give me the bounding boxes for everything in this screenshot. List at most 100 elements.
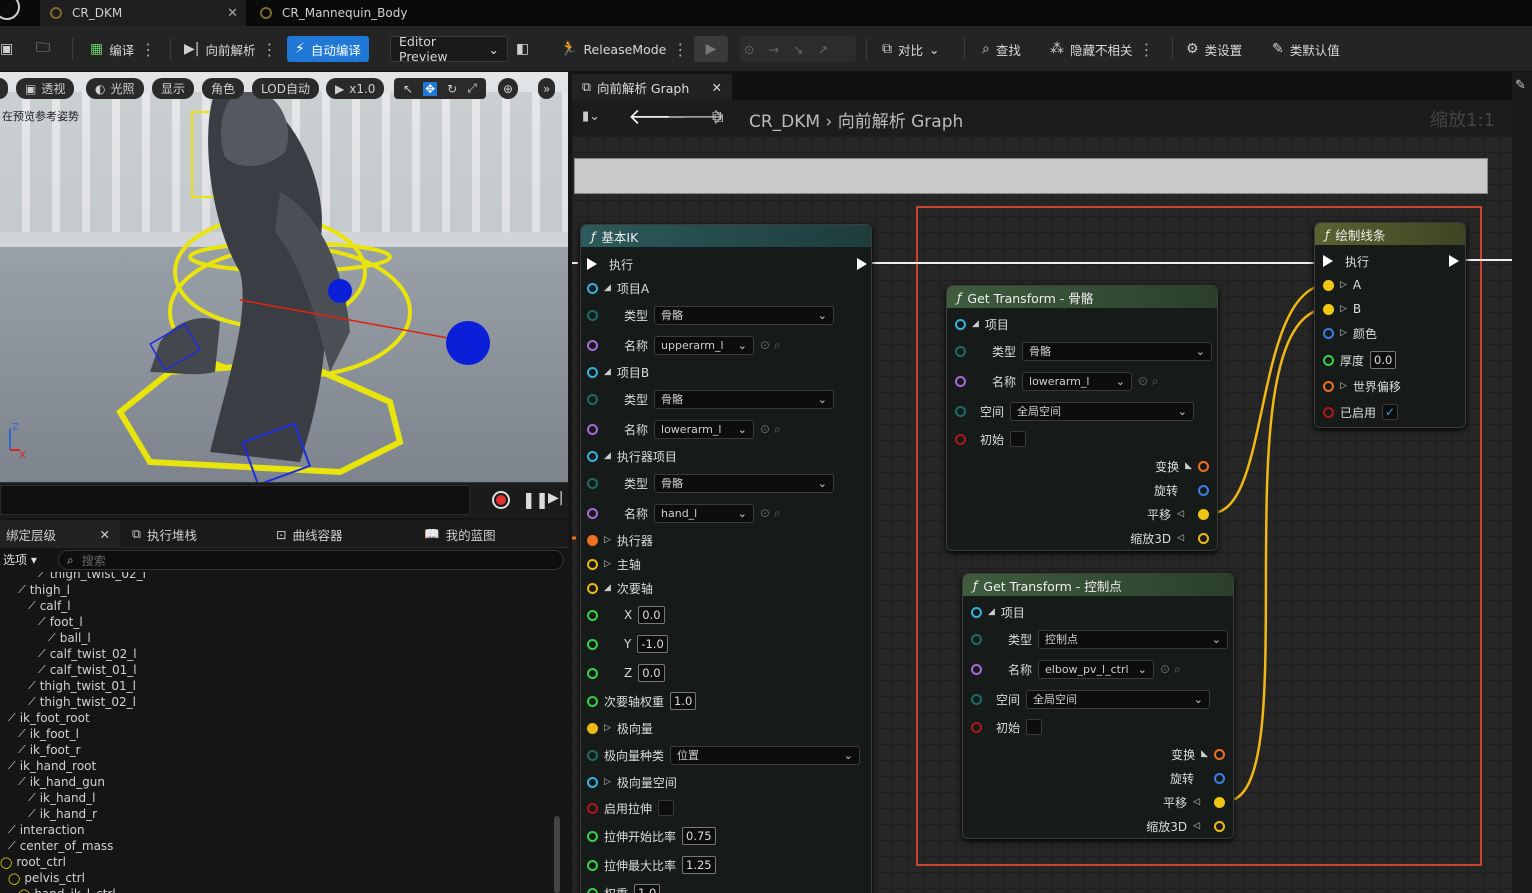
breadcrumb-root[interactable]: CR_DKM bbox=[749, 112, 820, 132]
node-header[interactable]: ƒ Get Transform - 控制点 bbox=[963, 574, 1233, 596]
initial-pin[interactable] bbox=[971, 721, 982, 733]
type-dropdown[interactable]: 骨骼 ⌄ bbox=[654, 473, 835, 493]
tree-item[interactable]: ⟋ ik_hand_r bbox=[28, 806, 97, 822]
rotation-out-pin[interactable] bbox=[1198, 484, 1209, 496]
type-pin[interactable] bbox=[587, 309, 598, 321]
tab-exec-stack[interactable]: ⧉ 执行堆栈 bbox=[132, 520, 197, 548]
use-selected-icon[interactable]: ⊙ ⌕ bbox=[760, 506, 781, 521]
debug-step-buttons[interactable]: ⊙ → ↘ ↗ bbox=[740, 36, 856, 62]
space-dropdown[interactable]: 全局空间 ⌄ bbox=[1026, 689, 1211, 709]
tree-item[interactable]: ⟋ thigh_twist_02_l bbox=[38, 572, 146, 582]
hide-options-icon[interactable]: ⋮ bbox=[1139, 40, 1155, 59]
stretch-pin[interactable] bbox=[587, 802, 598, 814]
tree-item[interactable]: ⟋ ik_foot_r bbox=[18, 742, 81, 758]
z-field[interactable]: 0.0 bbox=[638, 664, 665, 682]
lod-button[interactable]: LOD自动 bbox=[252, 78, 319, 99]
primary-axis-pin[interactable] bbox=[587, 558, 598, 570]
tree-item[interactable]: ⟋ calf_l bbox=[28, 598, 71, 614]
perspective-button[interactable]: ▣ 透视 bbox=[16, 78, 75, 99]
solve-options-icon[interactable]: ⋮ bbox=[262, 40, 278, 59]
exec-in-pin[interactable] bbox=[587, 258, 597, 270]
step-forward-button[interactable]: ▶| bbox=[548, 490, 563, 506]
hide-unrelated-button[interactable]: ⁂ 隐藏不相关 ⋮ bbox=[1046, 36, 1159, 62]
weight-field[interactable]: 1.0 bbox=[634, 884, 661, 893]
name-dropdown[interactable]: lowerarm_l ⌄ bbox=[654, 419, 755, 439]
node-header[interactable]: ƒ Get Transform - 骨骼 bbox=[947, 286, 1217, 308]
tab-hierarchy[interactable]: 绑定层级 ✕ bbox=[0, 520, 120, 548]
tree-item[interactable]: ⟋ thigh_l bbox=[18, 582, 70, 598]
scale-icon[interactable]: ⤢ bbox=[467, 81, 477, 96]
tree-item[interactable]: ⟋ ik_hand_root bbox=[8, 758, 96, 774]
tree-item[interactable]: ◯ hand_ik_l_ctrl bbox=[18, 886, 116, 893]
secondary-axis-pin[interactable] bbox=[587, 582, 598, 594]
release-mode-button[interactable]: 🏃 ReleaseMode ⋮ bbox=[556, 36, 692, 62]
rotate-icon[interactable]: ↻ bbox=[447, 82, 457, 96]
character-button[interactable]: 角色 bbox=[202, 78, 245, 99]
tree-item[interactable]: ⟋ calf_twist_01_l bbox=[38, 662, 137, 678]
world-offset-pin[interactable] bbox=[1323, 380, 1334, 392]
preview-viewport[interactable]: Z X ▣ 透视 ◐ 光照 显示 角色 LOD自动 ▶ x1.0 ↖ ✥ ↻ ⤢ ⊕ » 在… bbox=[0, 72, 568, 482]
tree-item[interactable]: ⟋ thigh_twist_02_l bbox=[28, 694, 136, 710]
exec-out-pin[interactable] bbox=[1449, 255, 1459, 267]
tree-item[interactable]: ◯ root_ctrl bbox=[0, 854, 66, 870]
rig-hierarchy-tree[interactable]: ⟋ thigh_twist_02_l ⟋ thigh_l ⟋ calf_l ⟋ foot_l ⟋… bbox=[0, 572, 556, 893]
type-pin[interactable] bbox=[587, 477, 598, 489]
compile-options-icon[interactable]: ⋮ bbox=[140, 40, 156, 59]
tree-item[interactable]: ⟋ ik_foot_root bbox=[8, 710, 90, 726]
node-header[interactable]: ƒ 基本IK bbox=[581, 225, 871, 247]
space-pin[interactable] bbox=[955, 405, 966, 417]
exec-in-pin[interactable] bbox=[1323, 255, 1333, 267]
diff-button[interactable]: ⧉ 对比 ⌄ bbox=[878, 36, 944, 62]
name-dropdown[interactable]: hand_l ⌄ bbox=[654, 503, 755, 523]
weight-pin[interactable] bbox=[587, 887, 598, 893]
stretch-start-field[interactable]: 0.75 bbox=[682, 827, 716, 845]
preview-dropdown[interactable]: Editor Preview ⌄ bbox=[390, 34, 508, 64]
secondary-weight-field[interactable]: 1.0 bbox=[670, 692, 697, 710]
x-pin[interactable] bbox=[587, 609, 598, 621]
tab-cr-mannequin-body[interactable]: CR_Mannequin_Body bbox=[250, 0, 470, 26]
close-icon[interactable]: ✕ bbox=[227, 6, 238, 21]
details-edit-icon[interactable]: ✎ bbox=[1515, 78, 1526, 93]
tree-item[interactable]: ⟋ interaction bbox=[8, 822, 85, 838]
effector-item-pin[interactable] bbox=[587, 450, 598, 462]
enabled-pin[interactable] bbox=[1323, 406, 1334, 418]
item-pin[interactable] bbox=[971, 606, 982, 618]
tree-item[interactable]: ⟋ calf_twist_02_l bbox=[38, 646, 137, 662]
z-pin[interactable] bbox=[587, 667, 598, 679]
breadcrumb-current[interactable]: 向前解析 Graph bbox=[838, 112, 964, 132]
tab-curves[interactable]: ⊡ 曲线容器 bbox=[276, 520, 343, 548]
options-dropdown[interactable]: 选项 ▾ bbox=[3, 551, 37, 568]
item-pin[interactable] bbox=[955, 318, 966, 330]
stretch-start-pin[interactable] bbox=[587, 830, 598, 842]
b-pin[interactable] bbox=[1323, 303, 1334, 315]
use-selected-icon[interactable]: ⊙ ⌕ bbox=[760, 422, 781, 437]
tab-my-blueprint[interactable]: 📖 我的蓝图 bbox=[424, 520, 496, 548]
node-get-transform-control[interactable]: ƒ Get Transform - 控制点 ◢ 项目 类型 控制点 ⌄ 名称 elbow_… bbox=[962, 573, 1234, 839]
node-get-transform-bone[interactable]: ƒ Get Transform - 骨骼 ◢ 项目 类型 骨骼 ⌄ 名称 lowerarm… bbox=[946, 285, 1218, 551]
transform-out-pin[interactable] bbox=[1198, 460, 1209, 472]
stretch-max-field[interactable]: 1.25 bbox=[682, 856, 716, 874]
graph-canvas[interactable]: ƒ 基本IK 执行 ◢ 项目A 类型 骨骼 ⌄ 名称 upperarm_l ⌄ ⊙ ⌕ ◢ 项目… bbox=[572, 136, 1520, 893]
type-pin[interactable] bbox=[587, 393, 598, 405]
browse-button[interactable]: 🗀 bbox=[32, 36, 54, 62]
thickness-pin[interactable] bbox=[1323, 354, 1334, 366]
tree-item[interactable]: ⟋ thigh_twist_01_l bbox=[28, 678, 136, 694]
find-button[interactable]: ⌕ 查找 bbox=[978, 36, 1025, 62]
tree-item[interactable]: ⟋ ik_foot_l bbox=[18, 726, 79, 742]
pole-vector-pin[interactable] bbox=[587, 722, 598, 734]
play-button[interactable]: ▶ bbox=[694, 36, 728, 62]
class-defaults-button[interactable]: ✎ 类默认值 bbox=[1268, 36, 1344, 62]
type-pin[interactable] bbox=[955, 345, 966, 357]
transform-tools[interactable]: ↖ ✥ ↻ ⤢ bbox=[394, 78, 486, 99]
secondary-weight-pin[interactable] bbox=[587, 695, 598, 707]
item-b-pin[interactable] bbox=[587, 366, 598, 378]
release-options-icon[interactable]: ⋮ bbox=[672, 40, 688, 59]
tree-item[interactable]: ⟋ ik_hand_gun bbox=[18, 774, 105, 790]
color-pin[interactable] bbox=[1323, 327, 1334, 339]
tree-item[interactable]: ⟋ ik_hand_l bbox=[28, 790, 96, 806]
type-dropdown[interactable]: 骨骼 ⌄ bbox=[654, 389, 835, 409]
forward-solve-button[interactable]: ▶| 向前解析 ⋮ bbox=[180, 36, 282, 62]
viewport-more-button[interactable]: » bbox=[538, 78, 556, 99]
tree-item[interactable]: ⟋ center_of_mass bbox=[8, 838, 113, 854]
scale-out-pin[interactable] bbox=[1214, 820, 1225, 832]
